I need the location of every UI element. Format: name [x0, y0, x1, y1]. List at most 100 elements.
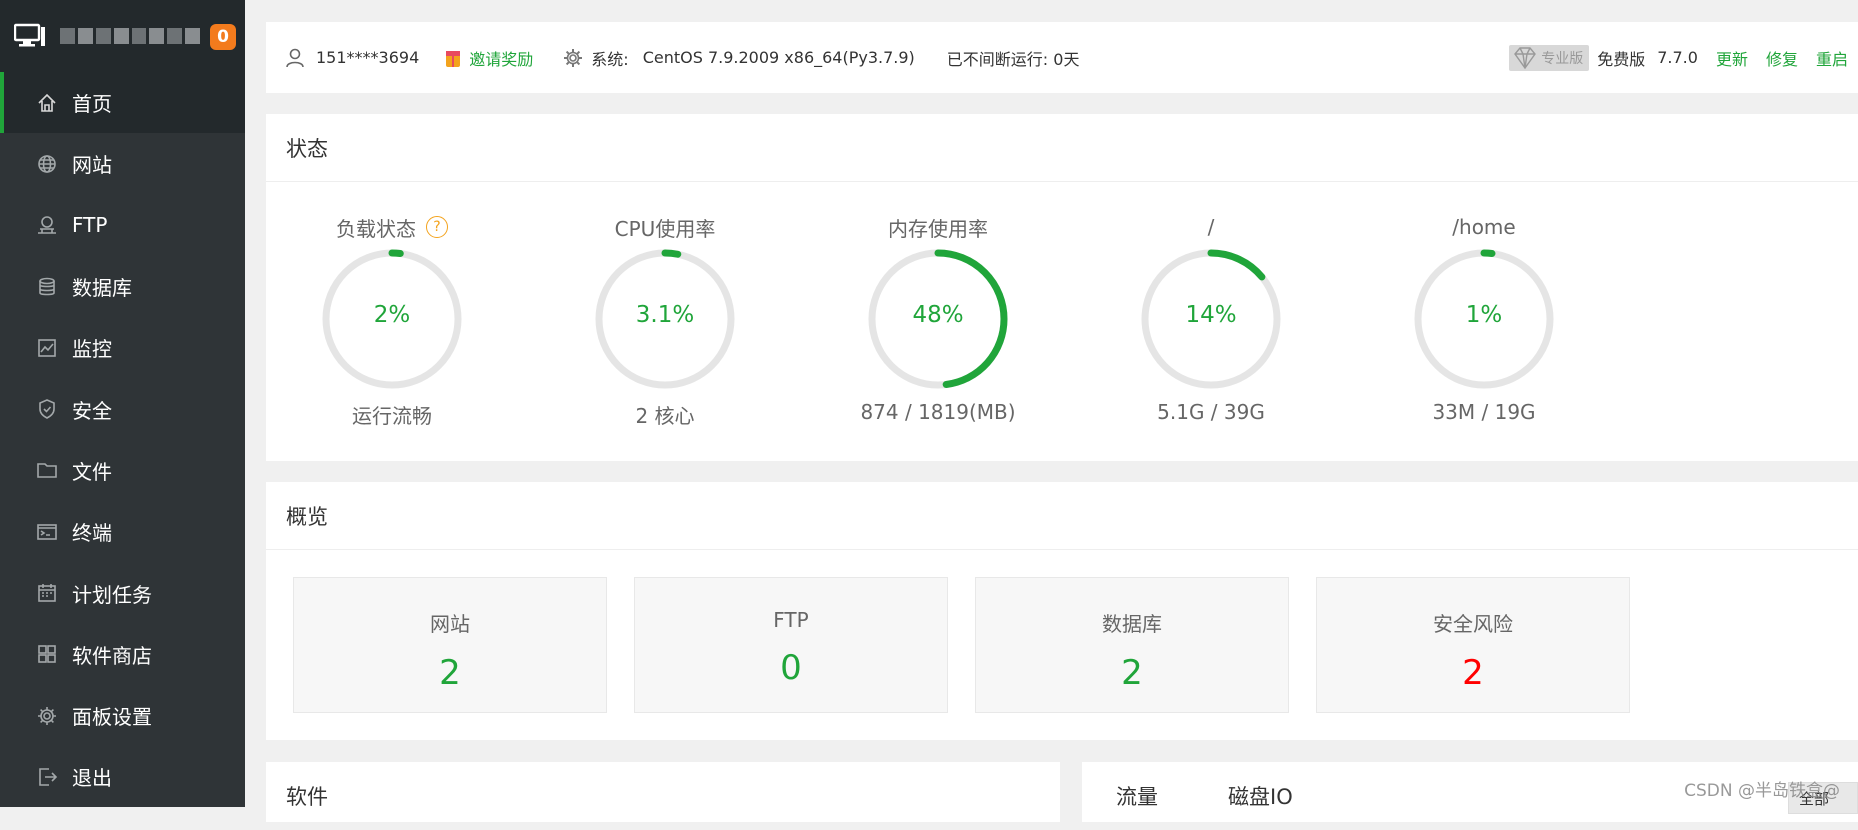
- sidebar-item-logout[interactable]: 退出: [0, 746, 245, 807]
- version-number: 7.7.0: [1657, 48, 1698, 67]
- repair-link[interactable]: 修复: [1766, 46, 1798, 70]
- help-icon[interactable]: ?: [426, 216, 448, 238]
- diamond-icon: [1514, 46, 1537, 69]
- top-info-bar: 151****3694 邀请奖励 系统: CentOS 7.9.2009 x86…: [266, 22, 1858, 93]
- uptime-text: 已不间断运行: 0天: [946, 49, 1080, 69]
- home-icon: [36, 92, 58, 114]
- gauge-disk-root[interactable]: / 14% 5.1G / 39G: [1101, 212, 1321, 424]
- shield-icon: [36, 398, 58, 420]
- card-value: 2: [1121, 653, 1143, 693]
- sidebar-item-store[interactable]: 软件商店: [0, 624, 245, 685]
- invite-reward-link[interactable]: 邀请奖励: [469, 46, 533, 70]
- sidebar-item-label: FTP: [72, 213, 108, 238]
- system-gear-icon: [564, 48, 583, 67]
- software-title: 软件: [286, 785, 328, 809]
- update-link[interactable]: 更新: [1716, 46, 1748, 70]
- pro-edition-badge[interactable]: 专业版: [1509, 44, 1590, 71]
- gauge-subtext: 874 / 1819(MB): [860, 400, 1016, 424]
- gauge-memory[interactable]: 内存使用率 48% 874 / 1819(MB): [828, 212, 1048, 425]
- card-value: 2: [1462, 653, 1484, 693]
- sidebar-item-cron[interactable]: 计划任务: [0, 562, 245, 623]
- pro-label: 专业版: [1541, 50, 1584, 67]
- gauge-percent: 3.1%: [635, 302, 695, 328]
- sidebar-item-label: 数据库: [72, 276, 132, 301]
- gift-icon: [446, 50, 461, 67]
- server-name-masked: [60, 28, 200, 44]
- terminal-icon: [36, 521, 58, 543]
- status-title: 状态: [266, 114, 1858, 182]
- gauge-load[interactable]: 负载状态? 2% 运行流畅: [282, 212, 502, 429]
- overview-card-ftp[interactable]: FTP 0: [634, 577, 948, 713]
- gauge-subtext: 2 核心: [635, 404, 695, 428]
- system-label: 系统:: [591, 49, 629, 69]
- grid-icon: [36, 643, 58, 665]
- gauge-title: 负载状态: [336, 216, 416, 241]
- sidebar-item-ftp[interactable]: FTP: [0, 195, 245, 256]
- gauge-cpu[interactable]: CPU使用率 3.1% 2 核心: [555, 212, 775, 429]
- calendar-icon: [36, 582, 58, 604]
- gauge-percent: 14%: [1185, 302, 1237, 328]
- sidebar-item-terminal[interactable]: 终端: [0, 501, 245, 562]
- user-icon: [286, 48, 304, 67]
- logout-icon: [36, 766, 58, 788]
- gauge-title: 内存使用率: [888, 216, 988, 241]
- gauge-title: /home: [1452, 215, 1516, 239]
- notification-badge[interactable]: 0: [210, 24, 236, 50]
- card-label: 安全风险: [1433, 612, 1513, 636]
- ftp-icon: [36, 214, 58, 236]
- gauge-disk-home[interactable]: /home 1% 33M / 19G: [1374, 212, 1594, 424]
- brand-header: 0: [0, 0, 245, 72]
- card-value: 0: [780, 648, 802, 688]
- overview-card-websites[interactable]: 网站 2: [293, 577, 607, 713]
- card-label: 网站: [430, 612, 470, 636]
- database-icon: [36, 276, 58, 298]
- gauge-subtext: 5.1G / 39G: [1157, 400, 1265, 424]
- sidebar-item-label: 网站: [72, 153, 112, 178]
- watermark: CSDN @半岛铁盒@: [1684, 781, 1840, 801]
- gauge-subtext: 运行流畅: [352, 404, 432, 428]
- globe-icon: [36, 153, 58, 175]
- sidebar-item-home[interactable]: 首页: [0, 72, 245, 134]
- gauge-title: /: [1207, 215, 1215, 239]
- free-edition-label: 免费版: [1597, 49, 1646, 69]
- gear-icon: [36, 705, 58, 727]
- overview-panel: 概览 网站 2 FTP 0 数据库 2 安全风险 2: [266, 482, 1858, 740]
- restart-link[interactable]: 重启: [1816, 46, 1848, 70]
- sidebar-item-security[interactable]: 安全: [0, 378, 245, 439]
- gauge-title: CPU使用率: [614, 216, 716, 241]
- card-label: 数据库: [1102, 612, 1162, 636]
- sidebar-item-label: 监控: [72, 337, 112, 362]
- sidebar-item-label: 软件商店: [72, 643, 152, 668]
- card-label: FTP: [773, 608, 809, 632]
- sidebar-item-monitor[interactable]: 监控: [0, 317, 245, 378]
- gauge-percent: 2%: [373, 302, 411, 328]
- sidebar-item-settings[interactable]: 面板设置: [0, 685, 245, 746]
- gauge-percent: 48%: [912, 302, 964, 328]
- sidebar-item-label: 退出: [72, 766, 112, 791]
- sidebar-item-label: 计划任务: [72, 582, 152, 607]
- account-phone[interactable]: 151****3694: [316, 48, 419, 67]
- sidebar-item-database[interactable]: 数据库: [0, 256, 245, 317]
- version-actions: 专业版 免费版 7.7.0 更新 修复 重启: [1509, 22, 1858, 93]
- sidebar-item-label: 面板设置: [72, 705, 152, 730]
- monitor-chart-icon: [36, 337, 58, 359]
- sidebar-item-website[interactable]: 网站: [0, 133, 245, 194]
- overview-title: 概览: [266, 482, 1858, 550]
- sidebar-item-label: 首页: [72, 92, 112, 117]
- sidebar-item-label: 终端: [72, 521, 112, 546]
- software-panel: 软件: [266, 762, 1060, 822]
- system-value: CentOS 7.9.2009 x86_64(Py3.7.9): [642, 48, 915, 67]
- gauge-percent: 1%: [1465, 302, 1503, 328]
- server-icon: [14, 23, 45, 47]
- folder-icon: [36, 459, 58, 481]
- overview-card-database[interactable]: 数据库 2: [975, 577, 1289, 713]
- overview-card-security-risk[interactable]: 安全风险 2: [1316, 577, 1630, 713]
- gauge-subtext: 33M / 19G: [1432, 400, 1536, 424]
- sidebar-menu: 首页 网站 FTP 数据库 监控 安全 文件 终端 计划任务 软件商店 面板设置…: [0, 72, 245, 808]
- card-value: 2: [439, 653, 461, 693]
- sidebar: 0 首页 网站 FTP 数据库 监控 安全 文件 终端 计划任务 软件商店 面板…: [0, 0, 245, 807]
- status-panel: 状态 负载状态? 2% 运行流畅 CPU使用率 3.1% 2 核心 内存使用率 …: [266, 114, 1858, 461]
- sidebar-item-label: 文件: [72, 459, 112, 484]
- sidebar-item-label: 安全: [72, 398, 112, 423]
- sidebar-item-files[interactable]: 文件: [0, 440, 245, 501]
